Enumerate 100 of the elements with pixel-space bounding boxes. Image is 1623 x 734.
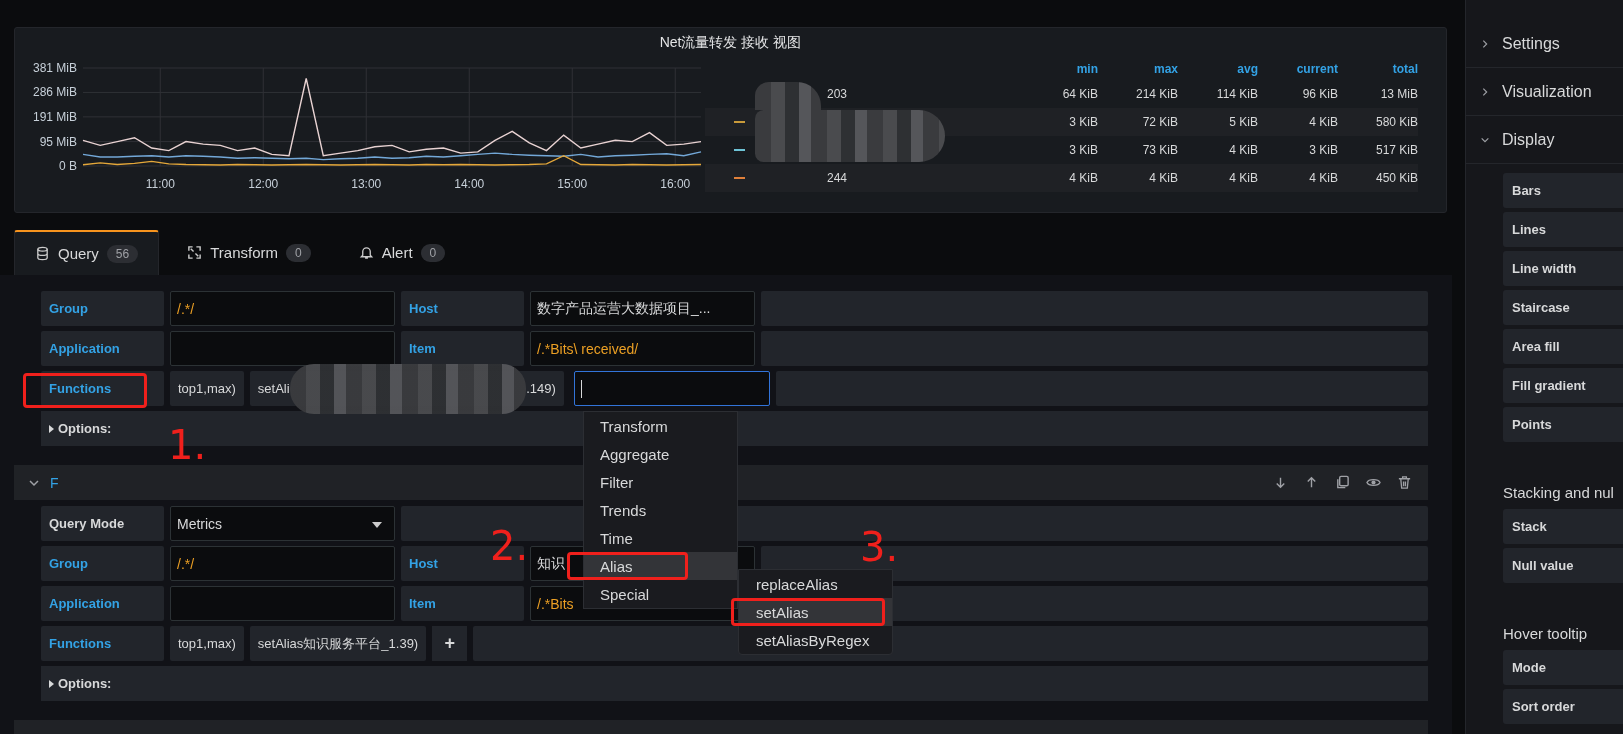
option-row[interactable]: Bars xyxy=(1503,173,1623,208)
chevron-right-icon xyxy=(1480,38,1490,49)
legend-value: 4 KiB xyxy=(1308,115,1338,129)
field-label: Item xyxy=(401,586,524,621)
option-row[interactable]: Mode xyxy=(1503,650,1623,685)
axis-label: 286 MiB xyxy=(32,85,77,100)
input-field[interactable] xyxy=(170,586,395,621)
editor-tab[interactable]: Transform 0 xyxy=(167,230,331,275)
legend-value: 214 KiB xyxy=(1134,87,1178,101)
step-number: 3. xyxy=(860,527,899,567)
axis-label: 15:00 xyxy=(557,177,588,191)
input-field[interactable]: /.*/ xyxy=(170,291,395,326)
legend-value: 517 KiB xyxy=(1374,143,1418,157)
function-chip-text[interactable]: setAli xyxy=(257,381,290,396)
menu-item[interactable]: Special xyxy=(584,580,737,608)
field-label: Application xyxy=(41,331,164,366)
chevron-right-icon xyxy=(1480,86,1490,97)
section-header[interactable]: Settings xyxy=(1466,20,1623,68)
option-row[interactable]: Fill gradient xyxy=(1503,368,1623,403)
legend-value: 4 KiB xyxy=(1068,171,1098,185)
legend-value: 3 KiB xyxy=(1308,143,1338,157)
count-badge: 0 xyxy=(420,243,446,262)
axis-label: 14:00 xyxy=(454,177,485,191)
legend-value: 5 KiB xyxy=(1228,115,1258,129)
legend-value: 64 KiB xyxy=(1061,87,1098,101)
section-header[interactable]: Display xyxy=(1466,116,1623,164)
step-number: 1. xyxy=(168,425,207,465)
legend-value: 3 KiB xyxy=(1068,115,1098,129)
legend-value: 450 KiB xyxy=(1374,171,1418,185)
option-row[interactable]: Staircase xyxy=(1503,290,1623,325)
legend-value: 72 KiB xyxy=(1141,115,1178,129)
field-label: Functions xyxy=(41,626,164,661)
database-icon xyxy=(35,246,50,261)
function-chip[interactable]: setAlias知识服务平台_1.39) xyxy=(249,626,427,661)
menu-item[interactable]: replaceAlias xyxy=(739,570,892,598)
option-row[interactable]: Lines xyxy=(1503,212,1623,247)
trash-icon[interactable] xyxy=(1397,475,1412,490)
field-label: Group xyxy=(41,291,164,326)
axis-label: 381 MiB xyxy=(32,61,77,75)
caret-down-icon xyxy=(372,522,382,528)
axis-label: 191 MiB xyxy=(32,109,77,124)
menu-item[interactable]: Aggregate xyxy=(584,440,737,468)
input-field[interactable]: /.*/ xyxy=(170,546,395,581)
menu-item[interactable]: setAliasByRegex xyxy=(739,626,892,654)
legend-value: 4 KiB xyxy=(1228,171,1258,185)
function-chip[interactable]: top1,max) xyxy=(170,626,244,661)
count-badge: 56 xyxy=(106,244,139,263)
input-field[interactable]: /.*Bits\ received/ xyxy=(530,331,755,366)
legend-header: total xyxy=(1391,62,1418,76)
legend-header: max xyxy=(1152,62,1178,76)
function-input[interactable] xyxy=(573,371,770,406)
menu-item[interactable]: Trends xyxy=(584,496,737,524)
field-label: Group xyxy=(41,546,164,581)
option-row[interactable]: Null value xyxy=(1503,548,1623,583)
legend-header: min xyxy=(1075,62,1098,76)
field-label: Item xyxy=(401,331,524,366)
caret-right-icon xyxy=(49,679,54,688)
editor-tab[interactable]: Alert 0 xyxy=(338,230,466,275)
input-field[interactable]: 数字产品运营大数据项目_... xyxy=(530,291,755,326)
function-chip[interactable]: top1,max) xyxy=(170,371,244,406)
axis-label: 13:00 xyxy=(351,177,382,191)
function-chip-text[interactable]: .149) xyxy=(526,381,556,396)
field-label: Host xyxy=(401,291,524,326)
text-caret xyxy=(580,379,582,398)
count-badge: 0 xyxy=(286,243,311,262)
bell-icon xyxy=(358,245,374,260)
group-heading: Hover tooltip xyxy=(1503,625,1589,642)
field-label: Application xyxy=(41,586,164,621)
option-row[interactable]: Area fill xyxy=(1503,329,1623,364)
panel-title: Net流量转发 接收 视图 xyxy=(659,34,802,52)
axis-label: 11:00 xyxy=(145,177,175,191)
legend-series-name[interactable]: 244 xyxy=(827,171,848,185)
legend-value: 73 KiB xyxy=(1141,143,1178,157)
legend-value: 4 KiB xyxy=(1308,171,1338,185)
select-field[interactable]: Metrics xyxy=(170,506,395,541)
legend-header: current xyxy=(1295,62,1338,76)
legend-value: 4 KiB xyxy=(1148,171,1178,185)
menu-item[interactable]: Filter xyxy=(584,468,737,496)
group-heading: Stacking and nul xyxy=(1503,484,1615,501)
legend-value: 96 KiB xyxy=(1301,87,1338,101)
input-field[interactable] xyxy=(170,331,395,366)
axis-label: 12:00 xyxy=(248,177,279,191)
field-label: Query Mode xyxy=(41,506,164,541)
menu-item[interactable]: Time xyxy=(584,524,737,552)
editor-tab[interactable]: Query 56 xyxy=(14,230,160,275)
legend-value: 580 KiB xyxy=(1374,115,1418,129)
option-row[interactable]: Line width xyxy=(1503,251,1623,286)
add-button[interactable]: + xyxy=(432,626,468,661)
legend-value: 114 KiB xyxy=(1215,87,1258,101)
legend-value: 13 MiB xyxy=(1379,87,1418,101)
options-toggle[interactable]: Options: xyxy=(41,666,1428,701)
option-row[interactable]: Points xyxy=(1503,407,1623,442)
legend-series-name[interactable]: 203 xyxy=(827,87,848,101)
axis-label: 16:00 xyxy=(660,177,691,191)
query-name: F xyxy=(50,474,59,491)
transform-icon xyxy=(187,245,203,260)
option-row[interactable]: Stack xyxy=(1503,509,1623,544)
option-row[interactable]: Sort order xyxy=(1503,689,1623,724)
copy-icon[interactable] xyxy=(1335,475,1350,490)
section-header[interactable]: Visualization xyxy=(1466,68,1623,116)
